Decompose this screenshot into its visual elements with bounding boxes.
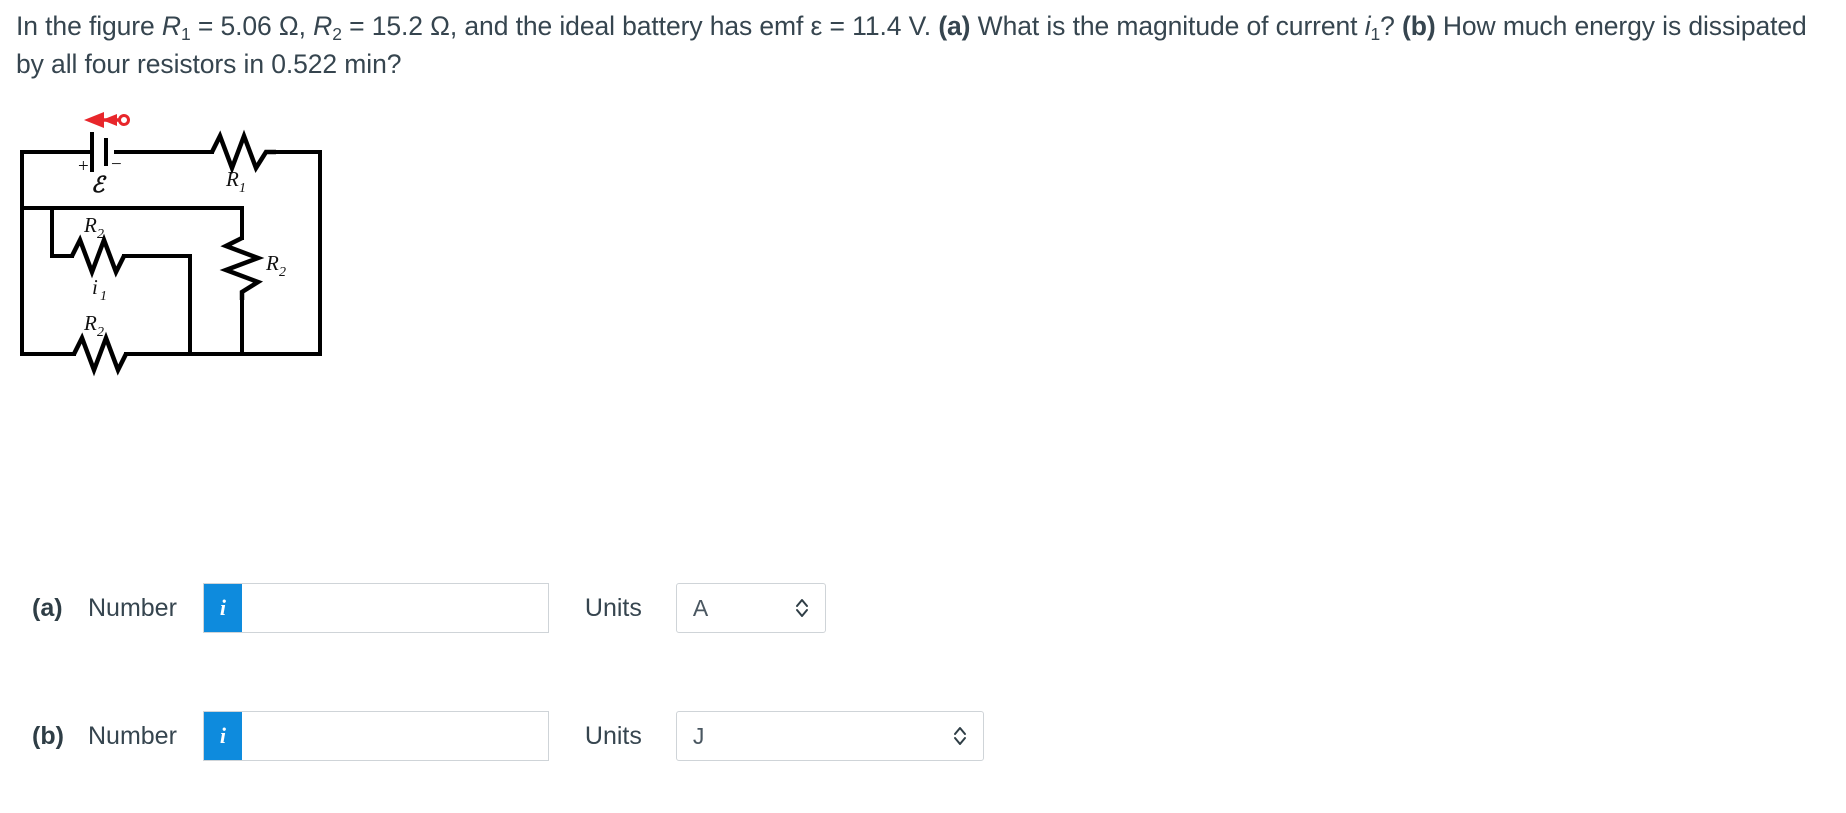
r2-value: = 15.2 Ω, and the ideal battery has emf … — [341, 11, 939, 41]
info-icon[interactable]: i — [203, 712, 242, 760]
current-direction-arrow — [84, 112, 130, 128]
part-label-b: (b) — [32, 721, 64, 750]
r1-value: = 5.06 Ω, — [190, 11, 314, 41]
question-intro: In the figure — [16, 11, 162, 41]
resistor-r2-right-zigzag — [219, 235, 265, 300]
info-icon[interactable]: i — [203, 584, 242, 632]
battery-plus-sign: + — [78, 156, 89, 177]
units-select-a[interactable]: A — [675, 583, 826, 633]
units-value-b: J — [692, 722, 705, 749]
label-r2-middle-sub: 2 — [97, 227, 104, 242]
units-label-b: Units — [584, 721, 642, 750]
answer-row-b: (b) Number i Units J — [32, 710, 984, 762]
number-input-a[interactable] — [241, 584, 548, 632]
label-r2-bottom-sub: 2 — [97, 325, 104, 340]
current-suffix: ? — [1380, 11, 1403, 41]
label-r1: R — [225, 167, 239, 191]
label-current-i1-sub: 1 — [100, 289, 107, 304]
answer-row-a: (a) Number i Units A — [32, 582, 826, 634]
part-label-a: (a) — [32, 593, 63, 622]
current-symbol: i — [1364, 11, 1371, 41]
circuit-diagram: .wire { stroke: #000; stroke-width: 4; f… — [14, 104, 354, 429]
r1-symbol: R — [161, 11, 181, 41]
label-current-i1: i — [92, 275, 98, 299]
battery-minus-sign: − — [111, 154, 122, 175]
units-value-a: A — [692, 594, 709, 621]
r2-subscript: 2 — [332, 23, 342, 44]
number-input-group-b: i — [202, 711, 549, 761]
part-a-tag: (a) — [938, 11, 971, 41]
number-input-group-a: i — [202, 583, 549, 633]
r2-symbol: R — [313, 11, 333, 41]
emf-label: ℰ — [91, 172, 107, 197]
resistor-r1-zigzag — [209, 129, 276, 175]
units-select-b[interactable]: J — [675, 711, 984, 761]
label-r1-sub: 1 — [239, 181, 246, 196]
number-label-a: Number — [88, 593, 177, 622]
part-b-tag: (b) — [1402, 11, 1436, 41]
number-label-b: Number — [88, 721, 177, 750]
part-a-question: What is the magnitude of current — [970, 11, 1365, 41]
question-statement: In the figure R1 = 5.06 Ω, R2 = 15.2 Ω, … — [16, 8, 1836, 83]
label-r2-middle: R — [83, 213, 97, 237]
r1-subscript: 1 — [180, 23, 191, 44]
units-label-a: Units — [584, 593, 642, 622]
chevron-up-down-icon — [953, 725, 967, 747]
number-input-b[interactable] — [241, 712, 548, 760]
chevron-up-down-icon — [795, 597, 809, 619]
resistor-r2-bottom-zigzag — [71, 331, 129, 377]
resistor-r2-middle-zigzag — [69, 233, 127, 279]
label-r2-right: R — [265, 251, 279, 275]
current-subscript: 1 — [1370, 23, 1381, 44]
label-r2-right-sub: 2 — [279, 265, 286, 280]
label-r2-bottom: R — [83, 311, 97, 335]
